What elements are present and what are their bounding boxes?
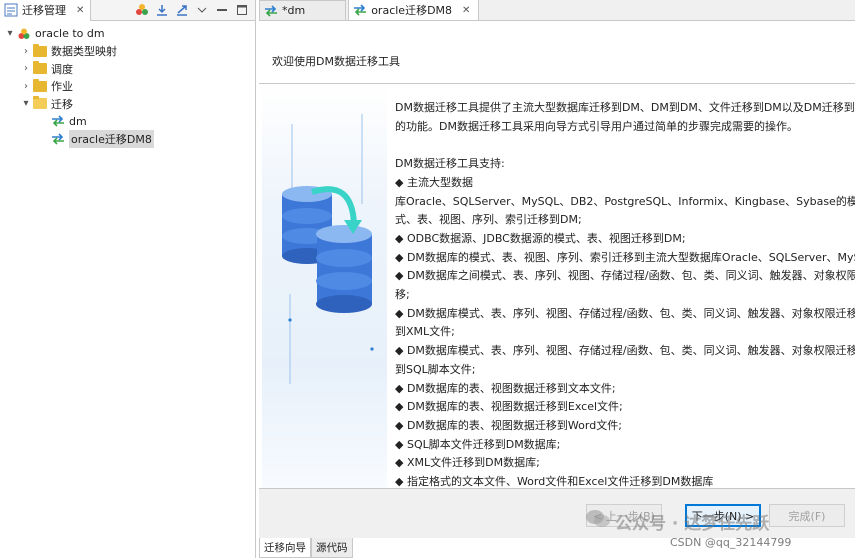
feature-item: ◆ DM数据库模式、表、序列、视图、存储过程/函数、包、类、同义词、触发器、对象… bbox=[395, 344, 855, 358]
database-migration-illustration bbox=[262, 84, 387, 488]
migration-icon bbox=[50, 132, 66, 146]
feature-item: 库Oracle、SQLServer、MySQL、DB2、PostgreSQL、I… bbox=[395, 194, 855, 208]
left-toolbar bbox=[135, 3, 255, 17]
import-icon[interactable] bbox=[155, 3, 169, 17]
feature-item: ◆ DM数据库的表、视图数据迁移到文本文件; bbox=[395, 381, 616, 395]
tab-source-code[interactable]: 源代码 bbox=[311, 538, 353, 558]
tab-oracle-dm8[interactable]: oracle迁移DM8 ✕ bbox=[348, 0, 480, 20]
tree-item-label: dm bbox=[69, 114, 87, 128]
feature-item: 移; bbox=[395, 288, 410, 302]
migration-tree: ▾ oracle to dm › 数据类型映射 › 调度 › 作业 ▾ 迁移 d… bbox=[0, 21, 255, 148]
maximize-icon[interactable] bbox=[235, 3, 249, 17]
folder-open-icon bbox=[32, 96, 48, 111]
chevron-down-icon[interactable]: ▾ bbox=[20, 98, 32, 109]
chevron-right-icon[interactable]: › bbox=[20, 81, 32, 92]
feature-item: ◆ DM数据库模式、表、序列、视图、存储过程/函数、包、类、同义词、触发器、对象… bbox=[395, 306, 855, 320]
left-tabbar: 迁移管理 ✕ bbox=[0, 0, 255, 21]
tab-migration-wizard[interactable]: 迁移向导 bbox=[259, 538, 311, 558]
wizard-title: 欢迎使用DM数据迁移工具 bbox=[272, 55, 400, 68]
feature-item: ◆ DM数据库的表、视图数据迁移到Excel文件; bbox=[395, 400, 623, 414]
description-line: DM数据迁移工具支持: bbox=[395, 157, 505, 171]
migration-manager-icon bbox=[4, 3, 18, 17]
back-button[interactable]: < 上一步(B) bbox=[586, 504, 662, 527]
view-menu-icon[interactable] bbox=[195, 3, 209, 17]
tree-item-migration[interactable]: ▾ 迁移 bbox=[0, 95, 255, 113]
minimize-icon[interactable] bbox=[215, 3, 229, 17]
tree-item-label: 作业 bbox=[51, 80, 73, 94]
description-line: DM数据迁移工具提供了主流大型数据库迁移到DM、DM到DM、文件迁移到DM以及D… bbox=[395, 101, 855, 114]
feature-item: ◆ XML文件迁移到DM数据库; bbox=[395, 456, 540, 470]
bottom-tabbar: 迁移向导 源代码 bbox=[259, 538, 353, 558]
finish-button[interactable]: 完成(F) bbox=[769, 504, 845, 527]
folder-icon bbox=[32, 43, 48, 58]
chevron-right-icon[interactable]: › bbox=[20, 46, 32, 57]
editor-area: *dm oracle迁移DM8 ✕ 欢迎使用DM数据迁移工具 DM数据迁移工具提… bbox=[259, 0, 855, 558]
migration-icon bbox=[264, 4, 278, 18]
close-icon[interactable]: ✕ bbox=[462, 5, 470, 16]
tab-label: oracle迁移DM8 bbox=[371, 4, 453, 17]
tab-dm[interactable]: *dm bbox=[259, 0, 347, 20]
editor-tabbar: *dm oracle迁移DM8 ✕ bbox=[259, 0, 855, 21]
next-button[interactable]: 下一步(N) > bbox=[685, 504, 761, 527]
tree-item-label: 数据类型映射 bbox=[51, 45, 117, 59]
tree-item-label: 迁移 bbox=[51, 97, 73, 111]
feature-item: ◆ ODBC数据源、JDBC数据源的模式、表、视图迁移到DM; bbox=[395, 231, 686, 245]
migration-icon bbox=[353, 3, 367, 17]
wizard-body: DM数据迁移工具提供了主流大型数据库迁移到DM、DM到DM、文件迁移到DM以及D… bbox=[259, 84, 855, 488]
feature-item: ◆ SQL脚本文件迁移到DM数据库; bbox=[395, 437, 561, 451]
chevron-right-icon[interactable]: › bbox=[20, 63, 32, 74]
tab-label: 迁移管理 bbox=[22, 4, 66, 17]
feature-item: 到SQL脚本文件; bbox=[395, 362, 476, 376]
project-icon[interactable] bbox=[135, 3, 149, 17]
description-line: 的功能。DM数据迁移工具采用向导方式引导用户通过简单的步骤完成需要的操作。 bbox=[395, 119, 798, 133]
wizard-footer: < 上一步(B) 下一步(N) > 完成(F) bbox=[259, 488, 855, 538]
database-icon bbox=[316, 225, 372, 313]
wizard-header: 欢迎使用DM数据迁移工具 bbox=[259, 21, 855, 84]
tree-item-label: 调度 bbox=[51, 62, 73, 76]
feature-item: 式、表、视图、序列、索引迁移到DM; bbox=[395, 213, 582, 227]
tree-item-label: oracle to dm bbox=[35, 27, 105, 41]
project-icon bbox=[16, 27, 32, 41]
feature-item: ◆ DM数据库的模式、表、视图、序列、索引迁移到主流大型数据库Oracle、SQ… bbox=[395, 250, 855, 264]
feature-item: ◆ DM数据库的表、视图数据迁移到Word文件; bbox=[395, 418, 622, 432]
migration-management-panel: 迁移管理 ✕ ▾ oracle to dm › 数据类型映射 › 调度 › 作业… bbox=[0, 0, 256, 558]
close-icon[interactable]: ✕ bbox=[76, 5, 84, 16]
export-icon[interactable] bbox=[175, 3, 189, 17]
tree-item-oracle-dm8[interactable]: oracle迁移DM8 bbox=[0, 129, 255, 148]
feature-item: ◆ 指定格式的文本文件、Word文件和Excel文件迁移到DM数据库 bbox=[395, 475, 714, 488]
feature-item: ◆ DM数据库之间模式、表、序列、视图、存储过程/函数、包、类、同义词、触发器、… bbox=[395, 269, 855, 283]
chevron-down-icon[interactable]: ▾ bbox=[4, 28, 16, 39]
tree-item-label: oracle迁移DM8 bbox=[69, 129, 154, 148]
tree-item-job[interactable]: › 作业 bbox=[0, 78, 255, 96]
tree-item-schedule[interactable]: › 调度 bbox=[0, 60, 255, 78]
feature-item: ◆ 主流大型数据 bbox=[395, 175, 473, 189]
tab-label: *dm bbox=[282, 4, 306, 17]
wizard-description: DM数据迁移工具提供了主流大型数据库迁移到DM、DM到DM、文件迁移到DM以及D… bbox=[395, 99, 855, 488]
migration-icon bbox=[50, 114, 66, 128]
folder-icon bbox=[32, 78, 48, 93]
tree-item-type-mapping[interactable]: › 数据类型映射 bbox=[0, 43, 255, 61]
tree-item-dm[interactable]: dm bbox=[0, 113, 255, 131]
folder-icon bbox=[32, 61, 48, 76]
tree-item-root[interactable]: ▾ oracle to dm bbox=[0, 25, 255, 43]
tab-migration-management[interactable]: 迁移管理 ✕ bbox=[0, 0, 92, 21]
feature-item: 到XML文件; bbox=[395, 325, 455, 339]
